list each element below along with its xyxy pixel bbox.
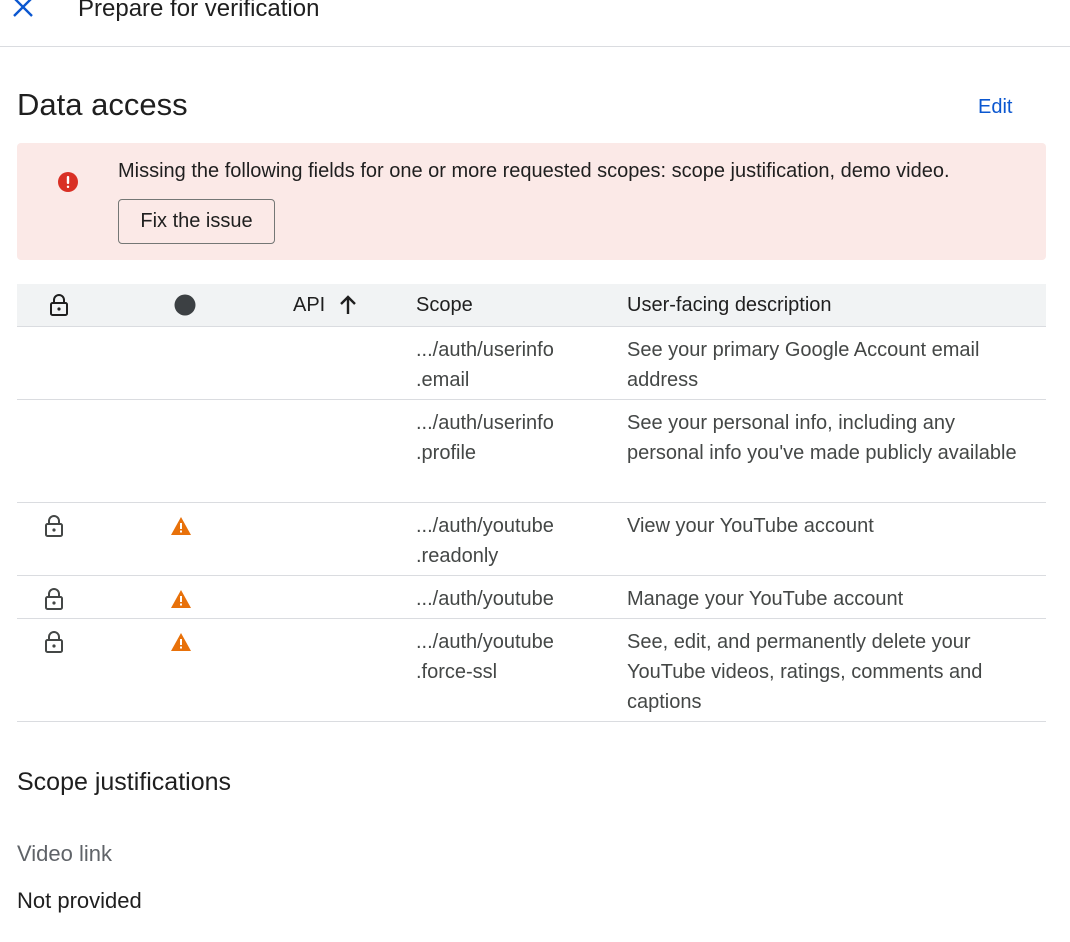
scope-cell: .../auth/userinfo .email bbox=[416, 339, 554, 391]
scope-justifications-title: Scope justifications bbox=[17, 768, 232, 796]
fix-issue-button[interactable]: Fix the issue bbox=[118, 199, 275, 244]
table-row: .../auth/youtube .readonly View your You… bbox=[17, 503, 1046, 576]
table-row: .../auth/youtube Manage your YouTube acc… bbox=[17, 576, 1046, 619]
arrow-up-icon bbox=[340, 295, 357, 314]
column-api[interactable]: API bbox=[293, 284, 359, 326]
close-icon bbox=[13, 0, 33, 17]
scope-cell: .../auth/youtube bbox=[416, 588, 554, 610]
table-row: .../auth/userinfo .email See your primar… bbox=[17, 327, 1046, 400]
status-dot-icon bbox=[174, 294, 196, 316]
video-link-value: Not provided bbox=[17, 888, 142, 913]
description-cell: Manage your YouTube account bbox=[627, 588, 904, 610]
description-cell: See your personal info, including any pe… bbox=[627, 412, 1017, 464]
column-api-label: API bbox=[293, 293, 326, 316]
scope-cell: .../auth/youtube .readonly bbox=[416, 515, 554, 567]
description-cell: View your YouTube account bbox=[627, 515, 874, 537]
column-status bbox=[174, 284, 196, 326]
description-cell: See, edit, and permanently delete your Y… bbox=[627, 631, 983, 713]
column-description: User-facing description bbox=[627, 293, 832, 316]
scope-cell: .../auth/youtube .force-ssl bbox=[416, 631, 554, 683]
description-cell: See your primary Google Account email ad… bbox=[627, 339, 980, 391]
banner-message: Missing the following fields for one or … bbox=[118, 160, 950, 182]
lock-icon bbox=[50, 294, 68, 316]
warning-icon bbox=[171, 517, 191, 535]
table-row: .../auth/userinfo .profile See your pers… bbox=[17, 400, 1046, 503]
verification-page: Prepare for verification Data access Edi… bbox=[0, 0, 1070, 942]
lock-icon bbox=[45, 588, 63, 610]
top-bar: Prepare for verification bbox=[0, 0, 1070, 47]
warning-icon bbox=[171, 633, 191, 651]
page-title: Prepare for verification bbox=[78, 0, 320, 22]
video-link-label: Video link bbox=[17, 841, 112, 866]
table-header: API Scope User-facing description bbox=[17, 284, 1046, 327]
data-access-title: Data access bbox=[17, 87, 188, 122]
scopes-table: API Scope User-facing description .../au… bbox=[17, 284, 1046, 722]
error-icon bbox=[58, 172, 78, 192]
column-restricted bbox=[49, 284, 69, 326]
lock-icon bbox=[45, 631, 63, 653]
warning-icon bbox=[171, 590, 191, 608]
edit-button[interactable]: Edit bbox=[978, 95, 1012, 119]
error-banner: Missing the following fields for one or … bbox=[17, 143, 1046, 260]
lock-icon bbox=[45, 515, 63, 537]
scope-cell: .../auth/userinfo .profile bbox=[416, 412, 554, 464]
column-scope: Scope bbox=[416, 293, 473, 316]
table-row: .../auth/youtube .force-ssl See, edit, a… bbox=[17, 619, 1046, 722]
close-button[interactable] bbox=[8, 0, 38, 22]
